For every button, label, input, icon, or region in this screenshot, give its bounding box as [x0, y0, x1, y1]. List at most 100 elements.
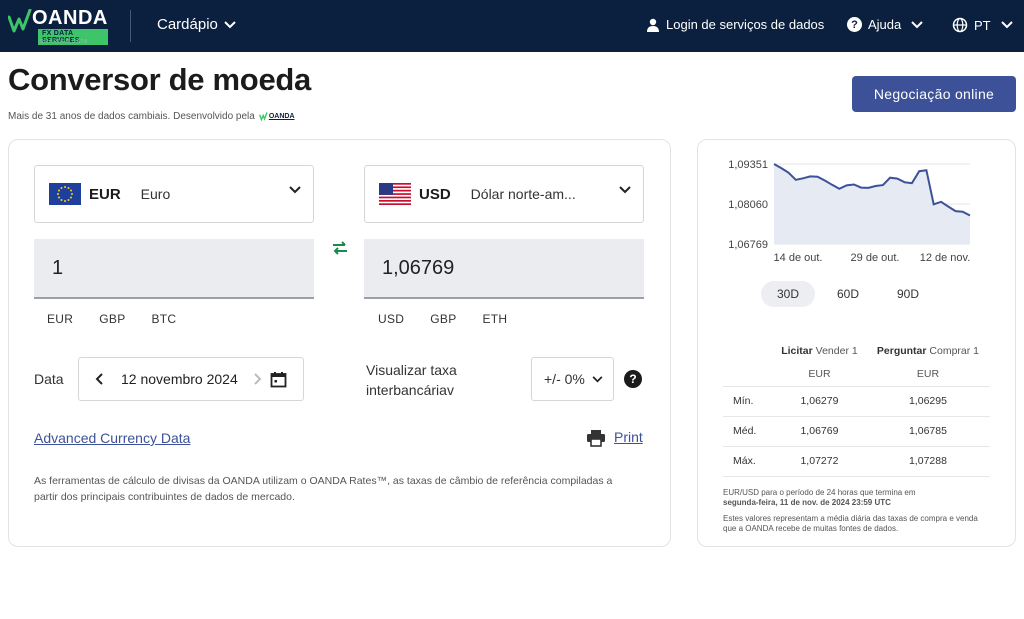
printer-icon[interactable] — [586, 429, 606, 447]
login-label: Login de serviços de dados — [666, 17, 825, 32]
x-tick-label: 14 de out. — [774, 252, 823, 264]
date-picker[interactable]: 12 novembro 2024 — [78, 357, 304, 401]
menu-dropdown[interactable]: Cardápio — [157, 16, 236, 33]
chevron-right-icon — [254, 373, 262, 385]
chevron-down-icon — [592, 375, 603, 382]
subtitle-text: Mais de 31 anos de dados cambiais. Desen… — [8, 111, 255, 122]
page-subtitle: Mais de 31 anos de dados cambiais. Desen… — [8, 111, 295, 122]
table-row: Mín. 1,06279 1,06295 — [723, 386, 990, 417]
globe-icon — [952, 17, 968, 33]
page-title: Conversor de moeda — [8, 62, 311, 97]
rate-stats-table: Licitar Vender 1 Perguntar Comprar 1 EUR… — [723, 340, 990, 477]
oanda-check-icon — [258, 112, 268, 121]
to-amount-input[interactable]: 1,06769 — [364, 239, 644, 299]
interbank-margin-select[interactable]: +/- 0% — [531, 357, 614, 401]
table-row: Méd. 1,06769 1,06785 — [723, 416, 990, 447]
stats-period-note: EUR/USD para o período de 24 horas que t… — [723, 488, 993, 508]
range-tabs: 30D 60D 90D — [761, 281, 935, 307]
interbank-line-1: Visualizar taxa — [366, 362, 457, 378]
language-label: PT — [974, 17, 991, 33]
row-bid: 1,06279 — [773, 386, 866, 417]
from-quick-currencies: EUR GBP BTC — [47, 312, 176, 326]
note-line-2: segunda-feira, 11 de nov. de 2024 23:59 … — [723, 498, 891, 507]
swap-arrows-icon[interactable] — [330, 240, 350, 256]
row-ask: 1,06785 — [865, 416, 990, 447]
data-services-login-link[interactable]: Login de serviços de dados — [646, 17, 824, 32]
eu-flag-icon — [49, 183, 81, 205]
online-trading-button[interactable]: Negociação online — [852, 76, 1016, 112]
print-link[interactable]: Print — [614, 429, 643, 445]
oanda-mini-logo: OANDA — [258, 112, 295, 121]
row-bid: 1,07272 — [773, 446, 866, 477]
to-currency-select[interactable]: USD Dólar norte-am... — [364, 165, 644, 223]
stats-corner — [723, 340, 773, 362]
user-icon — [647, 18, 659, 32]
help-dropdown[interactable]: ? Ajuda — [847, 17, 923, 32]
language-dropdown[interactable]: PT — [952, 17, 1013, 33]
row-label: Máx. — [723, 446, 773, 477]
help-label: Ajuda — [868, 17, 902, 32]
calendar-icon[interactable] — [270, 371, 287, 388]
to-quick-currencies: USD GBP ETH — [378, 312, 507, 326]
us-flag-icon — [379, 183, 411, 205]
chevron-down-icon — [289, 186, 301, 194]
from-amount-input[interactable]: 1 — [34, 239, 314, 299]
interbank-line-2: interbancáriav — [366, 382, 454, 398]
tab-60d[interactable]: 60D — [821, 281, 875, 307]
logo-wordmark: OANDA — [32, 7, 108, 29]
interbank-rate-label: Visualizar taxa interbancáriav — [366, 360, 457, 400]
bid-sub: Vender 1 — [815, 345, 858, 357]
ask-unit: EUR — [865, 362, 990, 387]
top-nav-bar: OANDA FX DATA SERVICES SMARTER DATA Card… — [0, 0, 1024, 52]
rate-history-chart: 1,09351 1,08060 1,06769 14 de out. 29 de… — [728, 159, 971, 264]
x-tick-label: 29 de out. — [851, 252, 900, 264]
to-currency-code: USD — [419, 185, 451, 203]
quick-currency-usd[interactable]: USD — [378, 312, 404, 326]
row-ask: 1,06295 — [865, 386, 990, 417]
logo-tagline: SMARTER DATA — [40, 39, 88, 45]
quick-currency-gbp[interactable]: GBP — [430, 312, 456, 326]
chevron-down-icon — [911, 20, 923, 28]
date-label: Data — [34, 371, 64, 387]
bid-unit: EUR — [773, 362, 866, 387]
bid-label: Licitar — [781, 345, 813, 357]
row-ask: 1,07288 — [865, 446, 990, 477]
y-tick-label: 1,06769 — [728, 239, 768, 251]
x-tick-label: 12 de nov. — [920, 252, 971, 264]
y-tick-label: 1,08060 — [728, 199, 768, 211]
tab-90d[interactable]: 90D — [881, 281, 935, 307]
bid-header: Licitar Vender 1 — [773, 340, 866, 362]
stats-unit-row: EUR EUR — [723, 362, 990, 387]
rates-disclaimer: As ferramentas de cálculo de divisas da … — [34, 475, 613, 503]
stats-unit-corner — [723, 362, 773, 387]
ask-header: Perguntar Comprar 1 — [866, 340, 990, 362]
from-currency-select[interactable]: EUR Euro — [34, 165, 314, 223]
chevron-down-icon — [1000, 21, 1013, 29]
advanced-currency-data-link[interactable]: Advanced Currency Data — [34, 430, 190, 446]
oanda-check-icon — [8, 9, 32, 33]
oanda-logo[interactable]: OANDA FX DATA SERVICES SMARTER DATA — [8, 7, 108, 45]
from-currency-name: Euro — [140, 186, 171, 202]
ask-label: Perguntar — [876, 345, 927, 357]
quick-currency-gbp[interactable]: GBP — [99, 312, 125, 326]
ask-sub: Comprar 1 — [929, 345, 980, 357]
from-currency-code: EUR — [89, 185, 121, 203]
stats-header-row: Licitar Vender 1 Perguntar Comprar 1 — [723, 340, 990, 362]
quick-currency-eur[interactable]: EUR — [47, 312, 73, 326]
stats-source-note: Estes valores representam a média diária… — [723, 514, 978, 533]
chevron-down-icon — [224, 20, 236, 28]
tab-30d[interactable]: 30D — [761, 281, 815, 307]
quick-currency-btc[interactable]: BTC — [152, 312, 177, 326]
chart-area-fill — [774, 164, 970, 244]
chevron-left-icon[interactable] — [95, 373, 105, 385]
to-currency-name: Dólar norte-am... — [470, 186, 576, 202]
help-circle-icon[interactable]: ? — [624, 370, 642, 388]
margin-value: +/- 0% — [544, 371, 585, 387]
note-line-1: EUR/USD para o período de 24 horas que t… — [723, 488, 916, 497]
row-label: Méd. — [723, 416, 773, 447]
menu-label: Cardápio — [157, 16, 218, 33]
date-value: 12 novembro 2024 — [121, 371, 238, 387]
table-row: Máx. 1,07272 1,07288 — [723, 446, 990, 477]
y-tick-label: 1,09351 — [728, 159, 768, 171]
quick-currency-eth[interactable]: ETH — [483, 312, 508, 326]
